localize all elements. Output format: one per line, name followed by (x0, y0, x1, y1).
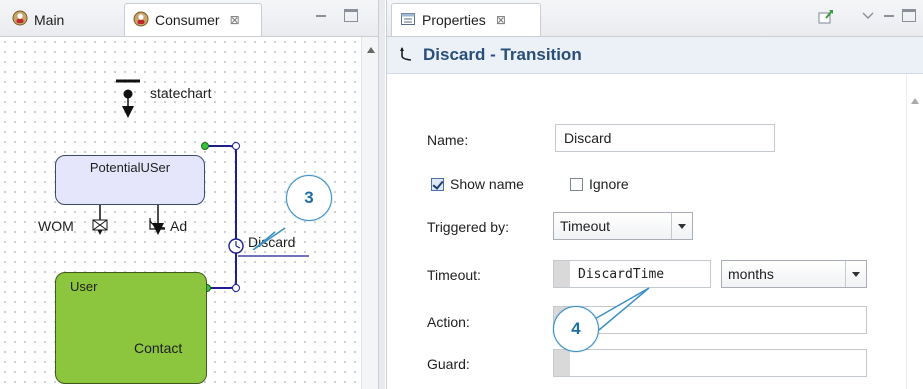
chevron-down-icon[interactable] (671, 213, 692, 239)
tab-consumer-label: Consumer (155, 12, 220, 28)
show-name-label: Show name (450, 176, 524, 192)
maximize-icon[interactable] (902, 9, 916, 22)
tab-properties-label: Properties (422, 12, 486, 28)
timeout-value: DiscardTime (578, 266, 665, 282)
triggered-by-select[interactable]: Timeout (553, 212, 693, 240)
scroll-up-icon[interactable] (367, 47, 375, 53)
properties-title: Discard - Transition (423, 45, 582, 64)
ad-transition-label: Ad (170, 218, 188, 234)
discard-transition-line[interactable] (205, 145, 237, 289)
properties-form: Name: Discard Show name Ignore Triggered… (387, 74, 923, 389)
state-user[interactable]: User (55, 272, 207, 384)
callout-3: 3 (286, 175, 332, 221)
transition-bend-handle[interactable] (232, 142, 240, 150)
show-name-checkbox[interactable] (431, 178, 444, 191)
ignore-checkbox[interactable] (570, 178, 583, 191)
transition-bend-handle[interactable] (232, 284, 240, 292)
code-marker (554, 350, 570, 376)
state-potential-user[interactable]: PotentialUSer (55, 155, 205, 205)
transition-icon (399, 46, 413, 65)
minimize-icon[interactable] (881, 8, 897, 24)
agent-icon (12, 10, 28, 29)
maximize-icon[interactable] (344, 9, 358, 22)
close-tab-icon[interactable]: ⊠ (496, 13, 506, 27)
guard-field[interactable] (553, 349, 867, 377)
name-field[interactable]: Discard (555, 124, 775, 152)
scroll-up-icon[interactable] (911, 98, 919, 104)
contact-transition-label: Contact (134, 340, 183, 356)
statechart-canvas[interactable]: statechart PotentialUSer User WOM Ad Dis… (0, 37, 378, 389)
minimize-icon[interactable] (313, 8, 329, 24)
statechart-label: statechart (150, 85, 212, 101)
tab-main[interactable]: Main (4, 3, 72, 36)
properties-pane: Properties ⊠ Discard - Transition Name: … (386, 0, 923, 389)
statechart-editor-pane: Main Consumer ⊠ statechart PotentialUSer… (0, 0, 379, 389)
properties-icon (400, 11, 416, 30)
editor-tabbar: Main Consumer ⊠ (0, 0, 378, 37)
tab-properties[interactable]: Properties ⊠ (391, 3, 541, 36)
pin-editor-icon[interactable] (817, 8, 833, 24)
ignore-label: Ignore (589, 176, 629, 192)
wom-transition-label: WOM (38, 218, 74, 234)
timeout-unit-select[interactable]: months (721, 260, 867, 288)
chevron-down-icon[interactable] (845, 261, 866, 287)
triggered-by-label: Triggered by: (427, 219, 509, 235)
close-tab-icon[interactable]: ⊠ (230, 13, 240, 27)
properties-header: Discard - Transition (387, 37, 923, 74)
properties-scrollbar[interactable] (906, 74, 923, 389)
state-potential-user-label: PotentialUSer (89, 160, 171, 175)
name-label: Name: (427, 132, 469, 148)
tab-main-label: Main (34, 11, 65, 28)
action-label: Action: (427, 314, 470, 330)
guard-label: Guard: (427, 356, 470, 372)
tab-consumer[interactable]: Consumer ⊠ (124, 3, 262, 36)
properties-tabbar: Properties ⊠ (387, 0, 923, 37)
timeout-label: Timeout: (427, 267, 481, 283)
triggered-by-value: Timeout (560, 218, 611, 234)
transition-start-handle[interactable] (201, 142, 209, 150)
timeout-unit-value: months (728, 266, 774, 282)
callout-4: 4 (553, 306, 599, 352)
view-menu-icon[interactable] (861, 8, 877, 24)
pane-splitter[interactable] (379, 0, 385, 389)
canvas-scrollbar[interactable] (361, 37, 378, 389)
state-user-label: User (70, 279, 98, 294)
agent-icon (133, 11, 149, 30)
